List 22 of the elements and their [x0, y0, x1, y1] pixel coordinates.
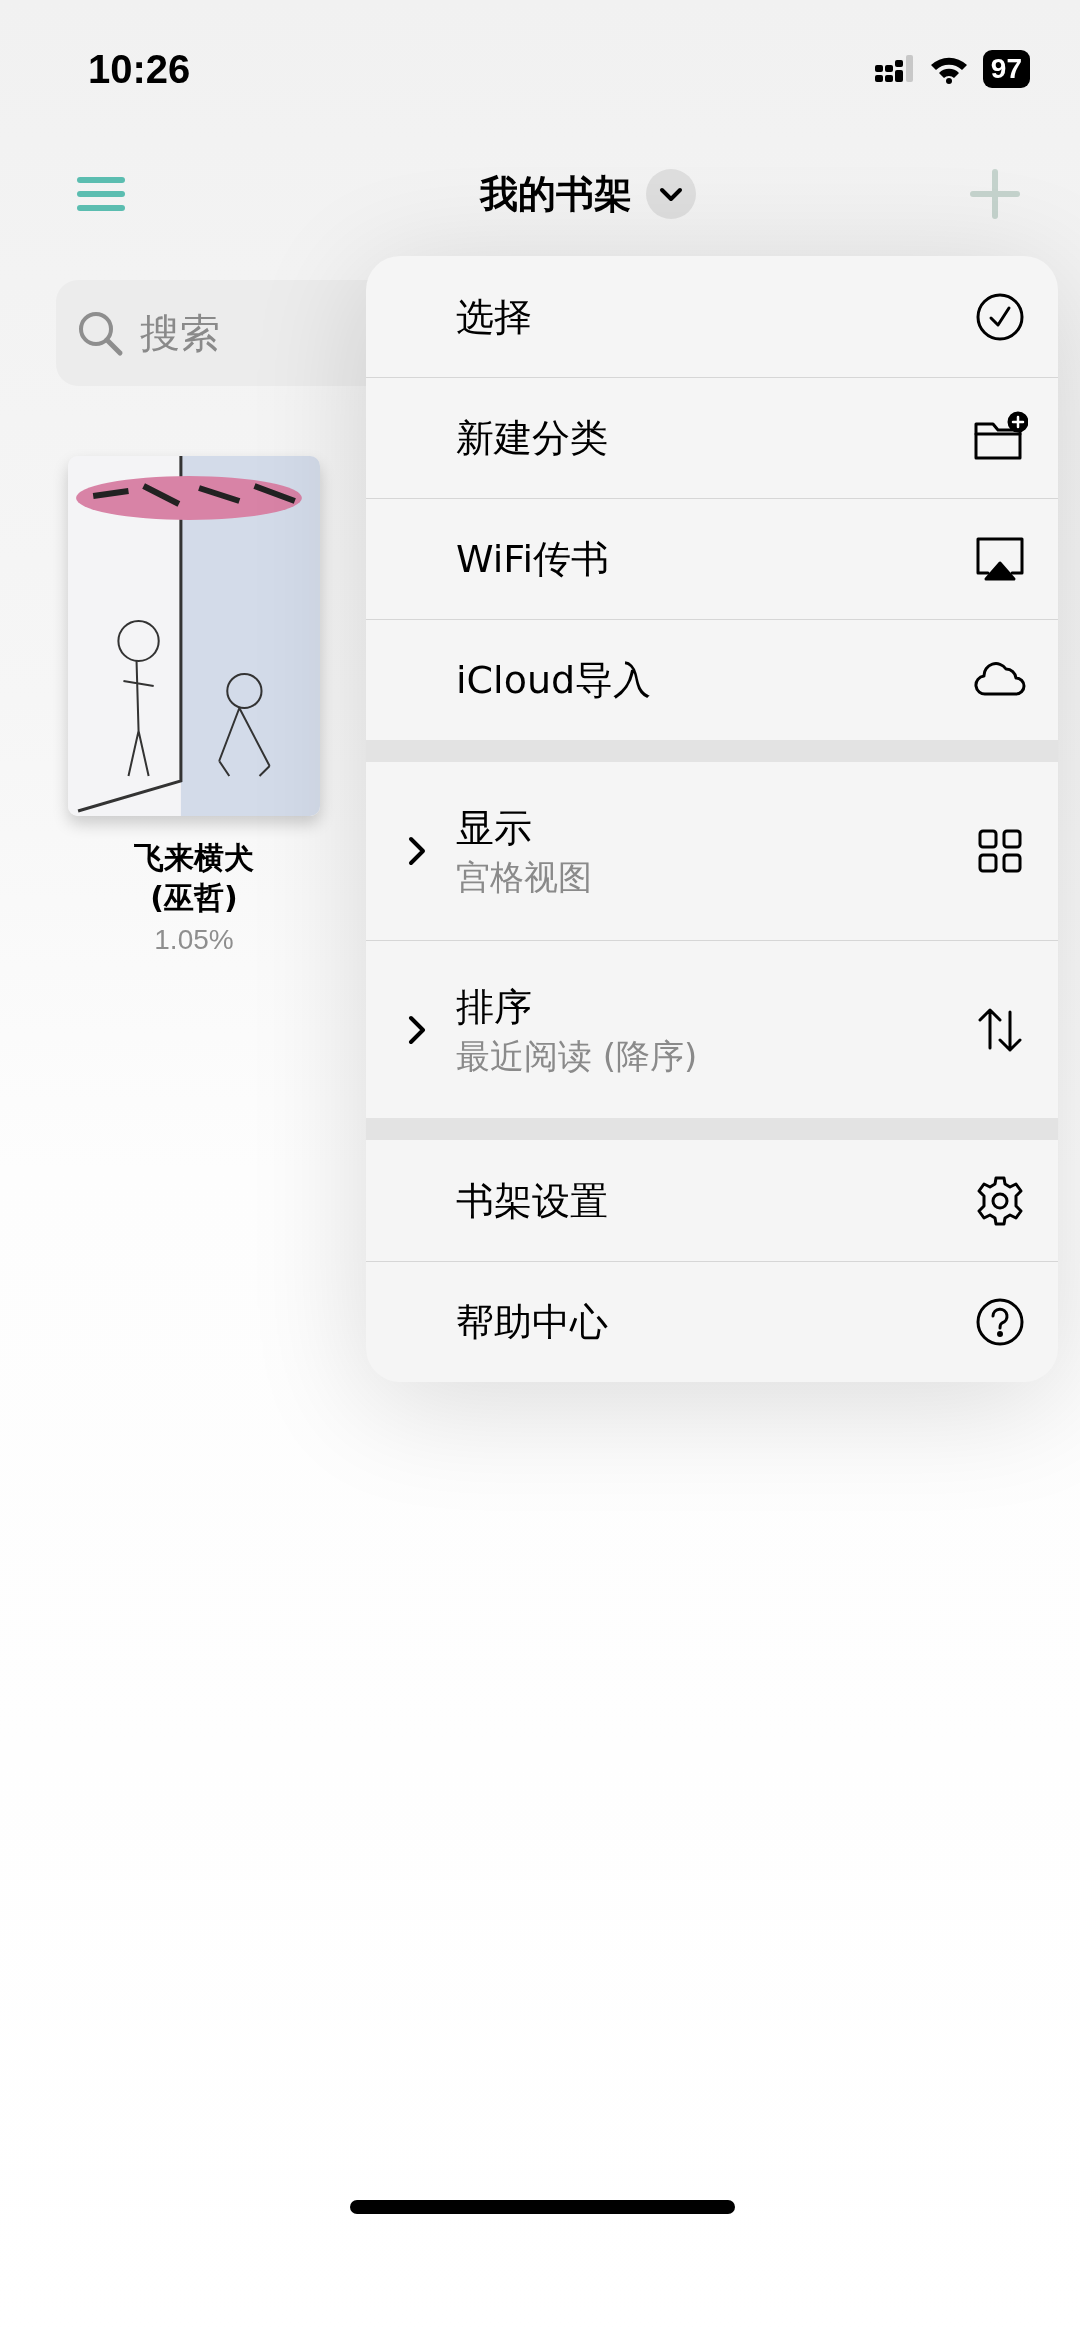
menu-item-label: 显示	[456, 805, 533, 852]
menu-item-value: 宫格视图	[456, 856, 593, 899]
menu-item-label: 排序	[456, 983, 533, 1031]
chevron-icon	[408, 1015, 426, 1045]
battery-indicator: 97	[982, 50, 1030, 88]
menu-item-label: iCloud导入	[456, 657, 653, 704]
menu-item-label: 书架设置	[456, 1177, 609, 1225]
menu-item[interactable]: 书架设置	[366, 1140, 1058, 1261]
signal-icon	[874, 55, 915, 83]
menu-item[interactable]: 显示 宫格视图	[366, 762, 1058, 940]
menu-item[interactable]: WiFi传书	[366, 498, 1058, 619]
menu-item-value: 最近阅读 (降序)	[456, 1034, 699, 1078]
menu-item-label: 新建分类	[456, 415, 609, 462]
menu-item-label: 帮助中心	[456, 1299, 609, 1346]
dropdown-icon[interactable]	[646, 169, 696, 219]
status-time: 10:26	[88, 46, 191, 92]
book-title[interactable]: 飞来横犬 (巫哲)	[134, 838, 254, 918]
shelf-title[interactable]: 我的书架	[480, 168, 632, 220]
menu-item[interactable]: 新建分类	[366, 377, 1058, 498]
menu-item-label: WiFi传书	[456, 536, 610, 583]
chevron-icon	[408, 836, 426, 866]
menu-item[interactable]: 帮助中心	[366, 1261, 1058, 1382]
